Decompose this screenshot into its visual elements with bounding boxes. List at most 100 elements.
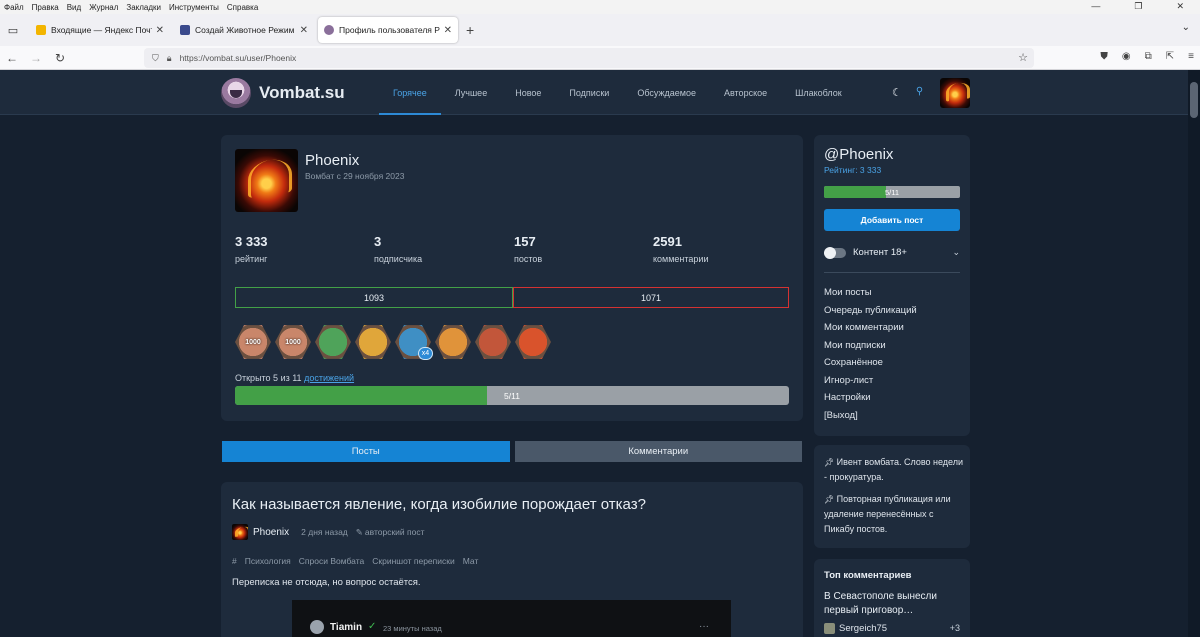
nav-discussed[interactable]: Обсуждаемое	[623, 70, 710, 115]
sidebar-item-saved[interactable]: Сохранённое	[824, 357, 917, 375]
search-icon[interactable]: ⚲	[916, 86, 923, 99]
content18-toggle[interactable]	[824, 246, 846, 259]
badge-hex	[515, 325, 551, 359]
phoenix-avatar-icon	[232, 524, 248, 540]
menu-hamburger-icon[interactable]: ≡	[1188, 51, 1194, 62]
sidebar-item-settings[interactable]: Настройки	[824, 392, 917, 410]
badge-1000-ratings-icon[interactable]: 1000	[235, 324, 271, 360]
tag-link[interactable]: Скриншот переписки	[372, 556, 455, 566]
nav-subscriptions[interactable]: Подписки	[555, 70, 623, 115]
sidebar-item-my-posts[interactable]: Мои посты	[824, 287, 917, 305]
menu-edit[interactable]: Правка	[32, 3, 59, 12]
browser-tab-profile[interactable]: Профиль пользователя Phoenix ✕	[318, 17, 458, 43]
site-logo[interactable]: Vombat.su	[221, 78, 345, 108]
nav-hot[interactable]: Горячее	[379, 70, 441, 115]
extensions-icon[interactable]: ⧉	[1145, 51, 1152, 62]
tab-posts[interactable]: Посты	[222, 441, 510, 462]
post-type: авторский пост	[364, 527, 425, 537]
badge-hand-icon[interactable]	[435, 324, 471, 360]
site-header: Vombat.su Горячее Лучшее Новое Подписки …	[0, 70, 1200, 115]
forward-arrow-icon[interactable]: →	[24, 51, 48, 65]
shield-icon[interactable]: ⛉	[152, 53, 159, 64]
close-tab-icon[interactable]: ✕	[300, 25, 308, 36]
phoenix-avatar-icon	[940, 78, 970, 108]
chevron-down-icon[interactable]: ⌄	[952, 247, 960, 258]
close-window-icon[interactable]: ✕	[1176, 1, 1184, 12]
menu-file[interactable]: Файл	[4, 3, 24, 12]
sidebar-item-ignore-list[interactable]: Игнор-лист	[824, 375, 917, 393]
sidebar-progress: 5/11	[824, 186, 960, 198]
badge-tools-icon[interactable]	[475, 324, 511, 360]
nav-slagblock[interactable]: Шлакоблок	[781, 70, 856, 115]
sidebar-item-my-subscriptions[interactable]: Мои подписки	[824, 340, 917, 358]
sidebar-handle[interactable]: @Phoenix	[824, 146, 893, 163]
menu-help[interactable]: Справка	[227, 3, 258, 12]
stat-followers[interactable]: 3 подписчика	[374, 234, 422, 264]
top-comment-user[interactable]: Sergeich75	[824, 623, 887, 634]
tag-link[interactable]: Спроси Вомбата	[299, 556, 364, 566]
menu-history[interactable]: Журнал	[89, 3, 118, 12]
announcement[interactable]: 📌︎ Ивент вомбата. Слово недели - прокура…	[824, 455, 964, 485]
post-author[interactable]: Phoenix	[253, 527, 289, 538]
sidebar-menu: Мои посты Очередь публикаций Мои коммент…	[824, 287, 917, 427]
downvotes-count: 1071	[513, 287, 789, 308]
share-icon[interactable]: ⇱	[1166, 51, 1174, 62]
stat-posts[interactable]: 157 постов	[514, 234, 542, 264]
tag-link[interactable]: Психология	[245, 556, 291, 566]
close-tab-icon[interactable]: ✕	[444, 25, 452, 36]
post-title[interactable]: Как называется явление, когда изобилие п…	[232, 496, 646, 513]
post-tags: # Психология Спроси Вомбата Скриншот пер…	[232, 556, 478, 566]
tab-list-icon[interactable]: ▭	[0, 24, 26, 37]
post-author-avatar[interactable]	[232, 524, 248, 540]
sidebar-item-logout[interactable]: [Выход]	[824, 410, 917, 428]
minimize-icon[interactable]: —	[1091, 1, 1100, 12]
user-avatar-icon	[824, 623, 835, 634]
back-arrow-icon[interactable]: ←	[0, 51, 24, 65]
achievements-link[interactable]: достижений	[304, 373, 354, 383]
browser-tab-game[interactable]: Создай Животное Режим Бога ✕	[174, 17, 314, 43]
nav-best[interactable]: Лучшее	[441, 70, 501, 115]
stat-value: 2591	[653, 234, 682, 249]
browser-tab-mail[interactable]: Входящие — Яндекс Почта ✕	[30, 17, 170, 43]
chevron-down-icon[interactable]: ⌄	[1182, 22, 1190, 33]
bookmark-star-icon[interactable]: ☆	[1018, 51, 1028, 64]
top-comments-title: Топ комментариев	[824, 570, 912, 581]
menu-bookmarks[interactable]: Закладки	[126, 3, 161, 12]
menu-tools[interactable]: Инструменты	[169, 3, 219, 12]
sidebar-rating: Рейтинг: 3 333	[824, 165, 882, 175]
announcement[interactable]: 📌︎ Повторная публикация или удаление пер…	[824, 492, 964, 537]
progress-label: 5/11	[504, 390, 520, 401]
badge-worker-icon[interactable]: x4	[395, 324, 433, 360]
address-bar[interactable]: ⛉ 🔒︎ https://vombat.su/user/Phoenix ☆	[144, 48, 1034, 68]
account-icon[interactable]: ◉	[1122, 51, 1131, 62]
more-dots-icon: ···	[699, 621, 709, 632]
badge-leaf-icon[interactable]	[315, 324, 351, 360]
add-post-button[interactable]: Добавить пост	[824, 209, 960, 231]
top-comment-text[interactable]: В Севастополе вынесли первый приговор…	[824, 590, 964, 618]
tag-link[interactable]: Мат	[463, 556, 479, 566]
sidebar-item-queue[interactable]: Очередь публикаций	[824, 305, 917, 323]
close-tab-icon[interactable]: ✕	[156, 25, 164, 36]
sidebar-item-my-comments[interactable]: Мои комментарии	[824, 322, 917, 340]
new-tab-plus-icon[interactable]: +	[466, 22, 474, 38]
restore-icon[interactable]: ❐	[1134, 1, 1142, 12]
scrollbar-thumb[interactable]	[1190, 82, 1198, 118]
badge-multiplier: x4	[418, 347, 433, 360]
pocket-icon[interactable]: ⛊	[1100, 51, 1108, 62]
moon-icon[interactable]: ☾	[892, 86, 902, 99]
tab-comments[interactable]: Комментарии	[514, 441, 802, 462]
page-scrollbar[interactable]	[1188, 70, 1200, 637]
stat-comments[interactable]: 2591 комментарии	[653, 234, 708, 264]
pin-icon: 📌︎	[824, 458, 835, 467]
nav-authored[interactable]: Авторское	[710, 70, 781, 115]
window-controls: — ❐ ✕	[1091, 1, 1192, 12]
lock-icon[interactable]: 🔒︎	[167, 53, 172, 64]
nav-new[interactable]: Новое	[501, 70, 555, 115]
badge-notes-icon[interactable]	[355, 324, 391, 360]
user-avatar[interactable]	[940, 78, 970, 108]
logo-text: Vombat.su	[259, 83, 345, 102]
badge-fire-icon[interactable]	[515, 324, 551, 360]
reload-icon[interactable]: ↻	[48, 51, 72, 65]
menu-view[interactable]: Вид	[67, 3, 81, 12]
badge-1000-comments-icon[interactable]: 1000	[275, 324, 311, 360]
